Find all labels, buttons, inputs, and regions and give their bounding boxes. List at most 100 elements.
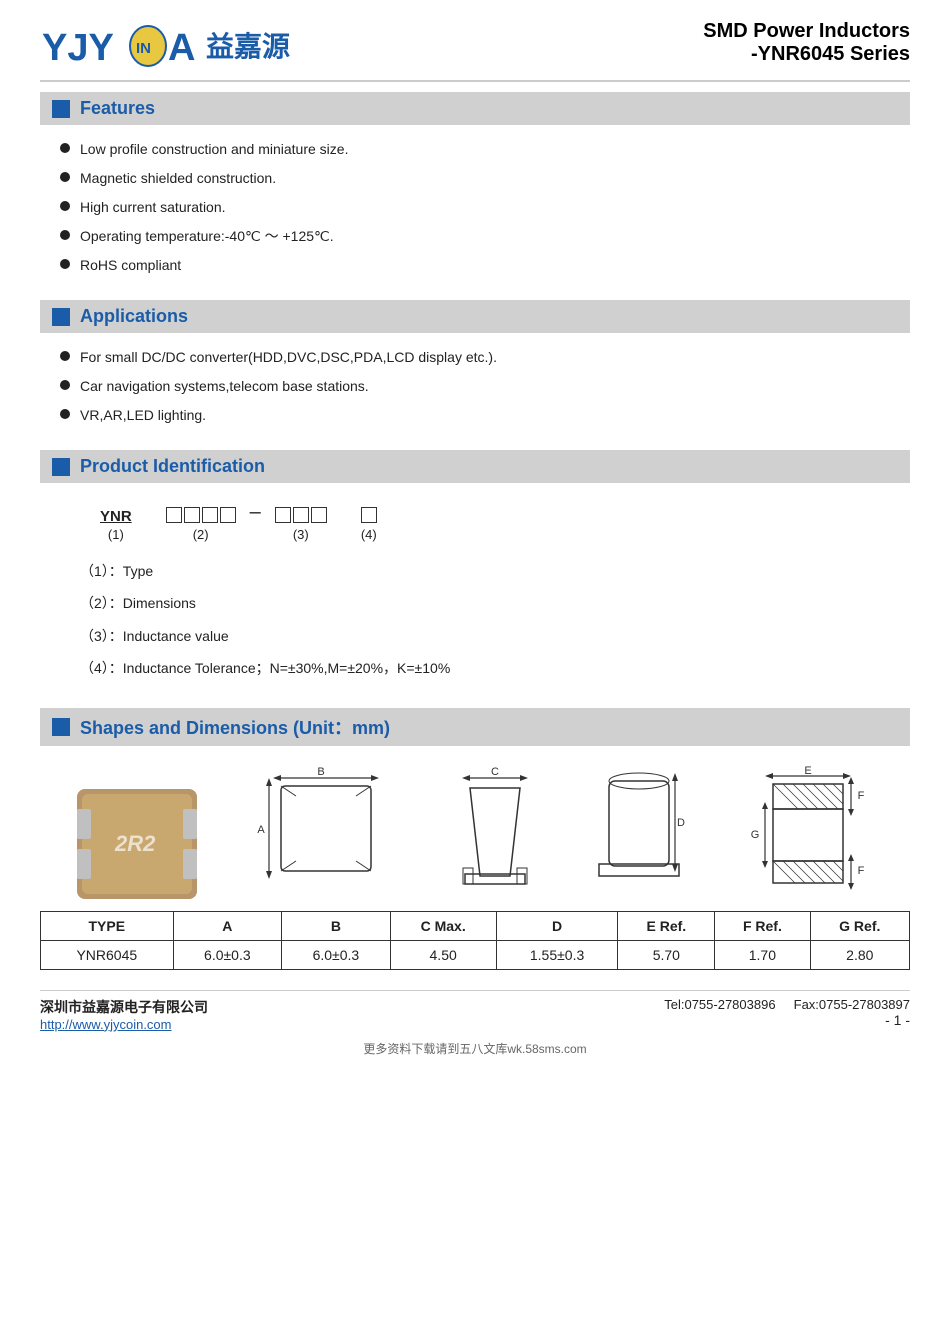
table-header-c: C Max. <box>390 911 496 940</box>
svg-text:C: C <box>491 766 499 778</box>
cell-a: 6.0±0.3 <box>173 940 282 969</box>
pid-num2: (2) <box>193 527 209 542</box>
feature-item-1: Low profile construction and miniature s… <box>80 139 348 160</box>
svg-text:A: A <box>257 824 265 836</box>
applications-section-header: Applications <box>40 300 910 333</box>
footer-left: 深圳市益嘉源电子有限公司 http://www.yjycoin.com <box>40 997 208 1032</box>
diagram2-svg: C <box>455 766 535 896</box>
feature-item-3: High current saturation. <box>80 197 226 218</box>
app-item-2: Car navigation systems,telecom base stat… <box>80 376 369 397</box>
product-id-diagram: YNR (1) (2) – (3) (4) <box>100 501 850 542</box>
table-row: YNR6045 6.0±0.3 6.0±0.3 4.50 1.55±0.3 5.… <box>41 940 910 969</box>
cell-f: 1.70 <box>715 940 810 969</box>
features-list: Low profile construction and miniature s… <box>40 135 910 292</box>
shapes-title: Shapes and Dimensions (Unit：mm) <box>80 714 390 740</box>
features-icon <box>52 100 70 118</box>
diagram4-svg: E <box>743 766 873 896</box>
diagram3-svg: D <box>589 766 689 896</box>
page-footer: 深圳市益嘉源电子有限公司 http://www.yjycoin.com Tel:… <box>40 990 910 1032</box>
footer-right: Tel:0755-27803896 Fax:0755-27803897 - 1 … <box>664 997 910 1028</box>
footer-contact: Tel:0755-27803896 Fax:0755-27803897 <box>664 997 910 1012</box>
company-name: 深圳市益嘉源电子有限公司 <box>40 997 208 1017</box>
feature-item-5: RoHS compliant <box>80 255 181 276</box>
pid-num3: (3) <box>293 527 309 542</box>
pid-desc-2: （2）：Dimensions <box>80 592 890 614</box>
cell-b: 6.0±0.3 <box>282 940 391 969</box>
cell-g: 2.80 <box>810 940 909 969</box>
bullet-dot <box>60 409 70 419</box>
list-item: Low profile construction and miniature s… <box>60 139 910 160</box>
pid-desc-3: （3）：Inductance value <box>80 625 890 647</box>
bullet-dot <box>60 351 70 361</box>
shapes-section-header: Shapes and Dimensions (Unit：mm) <box>40 708 910 746</box>
list-item: RoHS compliant <box>60 255 910 276</box>
list-item: Magnetic shielded construction. <box>60 168 910 189</box>
pid-num4: (4) <box>361 527 377 542</box>
title-line1: SMD Power Inductors <box>703 20 910 43</box>
cell-d: 1.55±0.3 <box>496 940 618 969</box>
app-item-1: For small DC/DC converter(HDD,DVC,DSC,PD… <box>80 347 497 368</box>
product-id-section-header: Product Identification <box>40 450 910 483</box>
pid-ynr: YNR <box>100 508 132 525</box>
diagram-end-view: E <box>743 766 873 899</box>
list-item: VR,AR,LED lighting. <box>60 405 910 426</box>
title-line2: -YNR6045 Series <box>703 43 910 66</box>
logo-cn: 益嘉源 <box>206 25 290 65</box>
feature-item-2: Magnetic shielded construction. <box>80 168 276 189</box>
pid-desc-1: （1）：Type <box>80 560 890 582</box>
component-photo-svg: 2R2 <box>77 789 197 899</box>
svg-text:G: G <box>751 829 760 841</box>
features-section-header: Features <box>40 92 910 125</box>
table-header-a: A <box>173 911 282 940</box>
applications-icon <box>52 308 70 326</box>
table-header-b: B <box>282 911 391 940</box>
diagram-top-view: B A <box>251 766 401 899</box>
feature-item-4: Operating temperature:-40℃ ～ +125℃. <box>80 226 334 247</box>
bullet-dot <box>60 380 70 390</box>
list-item: Operating temperature:-40℃ ～ +125℃. <box>60 226 910 247</box>
product-id-icon <box>52 458 70 476</box>
footer-watermark: 更多资料下载请到五八文库wk.58sms.com <box>40 1040 910 1057</box>
svg-text:IN: IN <box>136 40 151 57</box>
list-item: For small DC/DC converter(HDD,DVC,DSC,PD… <box>60 347 910 368</box>
cell-e: 5.70 <box>618 940 715 969</box>
svg-text:F: F <box>858 865 865 877</box>
features-title: Features <box>80 98 155 119</box>
diagram-front-view: D <box>589 766 689 899</box>
svg-text:A: A <box>168 27 195 69</box>
dimensions-table: TYPE A B C Max. D E Ref. F Ref. G Ref. Y… <box>40 911 910 970</box>
applications-list: For small DC/DC converter(HDD,DVC,DSC,PD… <box>40 343 910 442</box>
website-link[interactable]: http://www.yjycoin.com <box>40 1017 208 1032</box>
pid-dash: – <box>250 501 261 524</box>
footer-tel: Tel:0755-27803896 <box>664 997 775 1012</box>
pid-desc-4: （4）：Inductance Tolerance；N=±30%,M=±20%，K… <box>80 657 890 679</box>
component-photo: 2R2 <box>77 789 197 899</box>
page-header: YJY IN A 益嘉源 SMD Power Inductors -YNR604… <box>40 20 910 82</box>
applications-title: Applications <box>80 306 188 327</box>
svg-text:YJY: YJY <box>42 27 114 69</box>
svg-text:E: E <box>804 766 811 777</box>
footer-fax: Fax:0755-27803897 <box>794 997 910 1012</box>
header-title: SMD Power Inductors -YNR6045 Series <box>703 20 910 66</box>
pid-num1: (1) <box>108 527 124 542</box>
table-header-type: TYPE <box>41 911 174 940</box>
diagram1-svg: B A <box>251 766 401 896</box>
bullet-dot <box>60 143 70 153</box>
table-header-g: G Ref. <box>810 911 909 940</box>
product-id-title: Product Identification <box>80 456 265 477</box>
bullet-dot <box>60 201 70 211</box>
shapes-icon <box>52 718 70 736</box>
logo-area: YJY IN A 益嘉源 <box>40 20 290 70</box>
diagram-side-view: C <box>455 766 535 899</box>
app-item-3: VR,AR,LED lighting. <box>80 405 206 426</box>
cell-type: YNR6045 <box>41 940 174 969</box>
shapes-diagrams: 2R2 B A <box>40 756 910 899</box>
table-header-f: F Ref. <box>715 911 810 940</box>
table-header-e: E Ref. <box>618 911 715 940</box>
table-header-d: D <box>496 911 618 940</box>
bullet-dot <box>60 259 70 269</box>
page-number: - 1 - <box>664 1012 910 1028</box>
svg-text:B: B <box>317 766 324 778</box>
cell-c: 4.50 <box>390 940 496 969</box>
logo-svg: YJY IN A <box>40 20 200 70</box>
